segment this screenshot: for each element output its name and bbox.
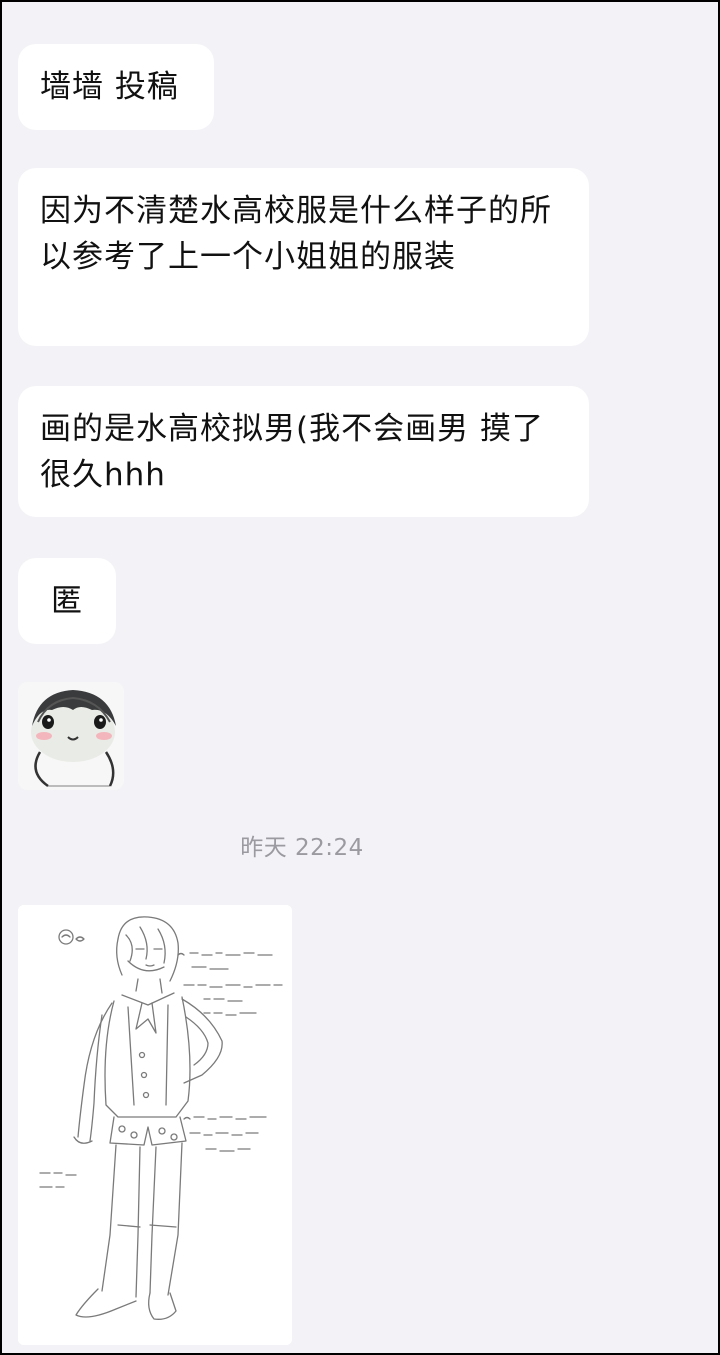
chat-screen: 墙墙 投稿 因为不清楚水高校服是什么样子的所以参考了上一个小姐姐的服装 画的是水… — [2, 2, 718, 1353]
sticker-message[interactable] — [18, 682, 124, 790]
message-timestamp: 昨天 22:24 — [240, 835, 364, 861]
message-text: 画的是水高校拟男(我不会画男 摸了很久hhh — [40, 411, 544, 493]
message-text: 因为不清楚水高校服是什么样子的所以参考了上一个小姐姐的服装 — [40, 193, 552, 275]
penguin-sticker-icon — [18, 682, 124, 790]
message-bubble[interactable]: 画的是水高校拟男(我不会画男 摸了很久hhh — [18, 386, 589, 517]
message-text: 匿 — [51, 583, 83, 619]
sketch-drawing-image — [18, 905, 292, 1345]
message-bubble[interactable]: 匿 — [18, 558, 116, 644]
message-text: 墙墙 投稿 — [40, 69, 179, 105]
message-bubble[interactable]: 因为不清楚水高校服是什么样子的所以参考了上一个小姐姐的服装 — [18, 168, 589, 346]
image-message[interactable] — [18, 905, 292, 1345]
message-bubble[interactable]: 墙墙 投稿 — [18, 44, 214, 130]
